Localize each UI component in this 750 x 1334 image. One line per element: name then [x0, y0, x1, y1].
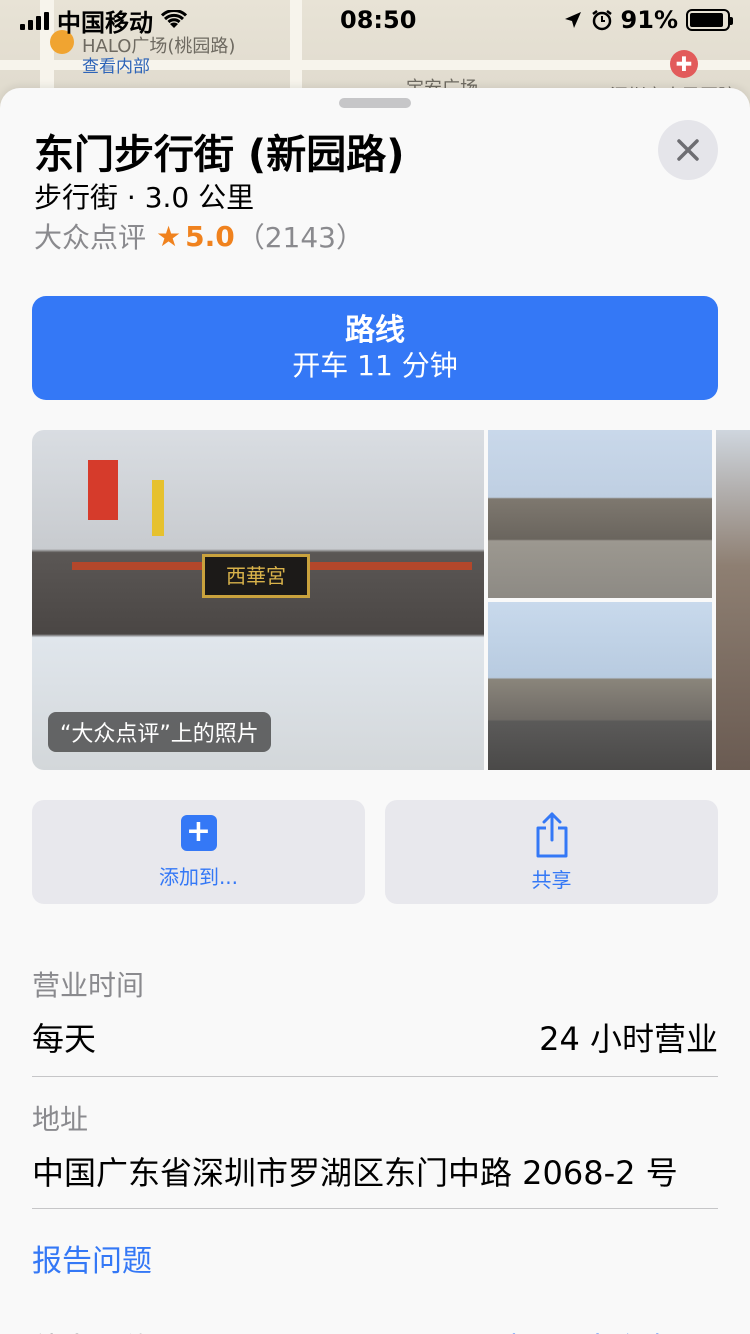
close-button[interactable] — [658, 120, 718, 180]
address-section[interactable]: 地址 中国广东省深圳市罗湖区东门中路 2068-2 号 — [32, 1102, 718, 1194]
hospital-icon[interactable]: ✚ — [670, 50, 698, 78]
photo-bottom-right[interactable] — [488, 602, 712, 770]
more-reviews-heading: 他人评价 — [32, 1324, 152, 1334]
divider — [32, 1208, 718, 1209]
place-title: 东门步行街 (新园路) — [34, 132, 405, 178]
hours-value: 24 小时营业 — [539, 1020, 718, 1058]
wifi-icon — [161, 10, 187, 28]
battery-fill — [690, 13, 723, 27]
rating-value: 5.0 — [185, 219, 235, 253]
status-bar: 中国移动 08:50 91% — [0, 0, 750, 40]
status-left: 中国移动 — [20, 3, 187, 38]
route-label: 路线 — [345, 313, 405, 348]
photo-flag — [152, 480, 164, 536]
photo-flag — [88, 460, 118, 520]
photo-main[interactable]: 西華宮 “大众点评”上的照片 — [32, 430, 484, 770]
more-reviews-row: 他人评价 打开“大众点评” — [32, 1324, 718, 1334]
place-subtitle: 步行街 · 3.0 公里 — [34, 181, 255, 214]
add-to-button[interactable]: + 添加到... — [32, 800, 365, 904]
alarm-icon — [591, 10, 612, 31]
hours-section: 营业时间 每天 24 小时营业 — [32, 968, 718, 1060]
signal-icon — [20, 10, 49, 30]
photo-sign: 西華宮 — [202, 554, 310, 598]
hours-day: 每天 — [32, 1020, 97, 1058]
rating-count: （2143） — [236, 221, 364, 254]
photo-gallery[interactable]: 西華宮 “大众点评”上的照片 — [32, 430, 750, 770]
add-icon: + — [180, 814, 217, 851]
carrier-label: 中国移动 — [57, 8, 153, 37]
address-heading: 地址 — [32, 1103, 89, 1136]
route-button[interactable]: 路线 开车 11 分钟 — [32, 296, 718, 400]
photo-caption: “大众点评”上的照片 — [48, 712, 271, 752]
star-icon: ★ — [156, 219, 182, 253]
share-label: 共享 — [531, 867, 572, 892]
route-duration: 开车 11 分钟 — [292, 349, 458, 382]
close-icon — [677, 139, 699, 161]
report-issue-link[interactable]: 报告问题 — [32, 1236, 152, 1280]
location-arrow-icon — [564, 12, 581, 28]
battery-icon — [686, 9, 733, 31]
address-value[interactable]: 中国广东省深圳市罗湖区东门中路 2068-2 号 — [32, 1148, 718, 1194]
place-sheet: 东门步行街 (新园路) 步行街 · 3.0 公里 大众点评 ★ 5.0 （214… — [0, 88, 750, 1334]
map-link-view-inside[interactable]: 查看内部 — [82, 52, 150, 77]
divider — [32, 1076, 718, 1077]
hours-row: 每天 24 小时营业 — [32, 1014, 718, 1060]
rating-source: 大众点评 — [34, 221, 147, 254]
sheet-grabber[interactable] — [339, 98, 411, 108]
photo-next-partial[interactable] — [716, 430, 750, 770]
battery-percent: 91% — [620, 6, 678, 34]
share-icon — [536, 812, 567, 857]
hours-heading: 营业时间 — [32, 969, 145, 1002]
share-button[interactable]: 共享 — [385, 800, 718, 904]
status-time: 08:50 — [340, 6, 417, 34]
photo-top-right[interactable] — [488, 430, 712, 598]
open-dianping-link[interactable]: 打开“大众点评” — [507, 1324, 718, 1334]
rating-row[interactable]: 大众点评 ★ 5.0 （2143） — [34, 216, 364, 256]
status-right: 91% — [563, 6, 733, 34]
add-to-label: 添加到... — [158, 864, 239, 889]
